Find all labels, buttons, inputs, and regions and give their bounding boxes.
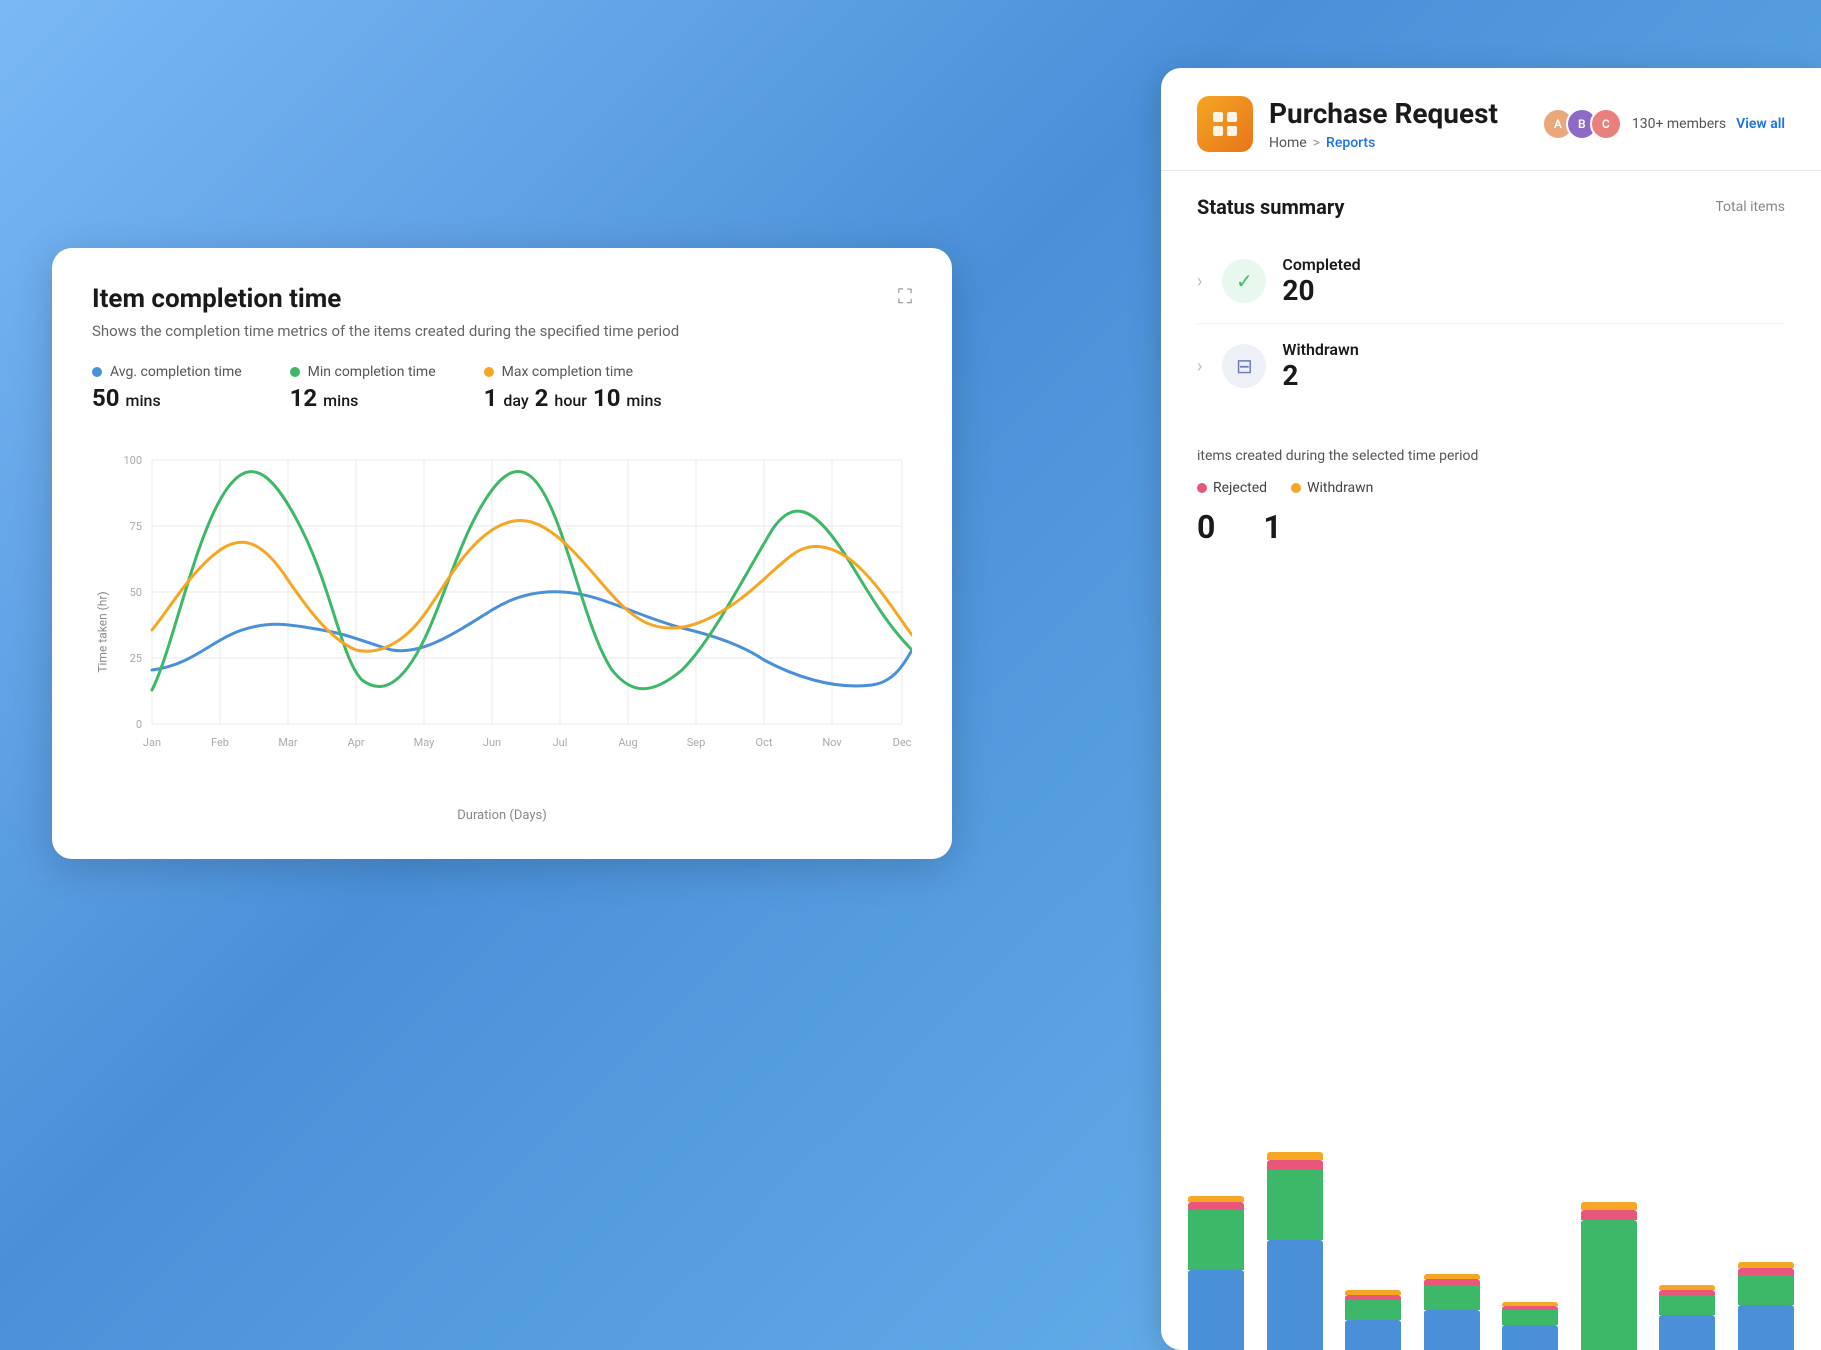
rejected-legend-label: Rejected xyxy=(1213,480,1267,496)
bar-group-7 xyxy=(1652,1285,1723,1350)
svg-text:0: 0 xyxy=(136,718,142,731)
svg-text:Jan: Jan xyxy=(143,736,161,749)
svg-text:Dec: Dec xyxy=(893,736,912,749)
bar-group-5 xyxy=(1495,1302,1566,1350)
breadcrumb-current: Reports xyxy=(1326,135,1375,151)
view-all-button[interactable]: View all xyxy=(1736,116,1785,132)
svg-text:Mar: Mar xyxy=(278,736,298,749)
metric-min-legend: Min completion time xyxy=(290,364,436,380)
member-avatars: A B C xyxy=(1542,108,1622,140)
bar-group-4 xyxy=(1417,1274,1488,1350)
chevron-right-icon-2: › xyxy=(1197,356,1202,377)
max-dot xyxy=(484,367,494,377)
withdrawn-dot xyxy=(1291,483,1301,493)
members-section: A B C 130+ members View all xyxy=(1542,108,1785,140)
svg-text:25: 25 xyxy=(130,652,142,665)
items-created-section: items created during the selected time p… xyxy=(1161,432,1821,562)
breadcrumb: Home > Reports xyxy=(1269,135,1526,151)
chart-container: Time taken (hr) xyxy=(92,440,912,823)
rejected-dot xyxy=(1197,483,1207,493)
counts-row: 0 1 xyxy=(1197,508,1785,546)
avatar-3: C xyxy=(1590,108,1622,140)
card-title: Item completion time xyxy=(92,284,341,314)
right-panel: Purchase Request Home > Reports A B C 13… xyxy=(1161,68,1821,1350)
legend-withdrawn: Withdrawn xyxy=(1291,480,1373,496)
bar-group-1 xyxy=(1181,1196,1252,1350)
x-axis-label: Duration (Days) xyxy=(92,808,912,823)
items-legend-row: Rejected Withdrawn xyxy=(1197,480,1785,496)
withdrawn-count-item: 1 xyxy=(1263,508,1281,546)
card-subtitle: Shows the completion time metrics of the… xyxy=(92,322,912,340)
bar-group-2 xyxy=(1260,1152,1331,1350)
min-value: 12 mins xyxy=(290,384,436,412)
rejected-value: 0 xyxy=(1197,508,1215,546)
status-summary-section: Status summary Total items › ✓ Completed… xyxy=(1161,171,1821,432)
metric-avg: Avg. completion time 50 mins xyxy=(92,364,242,412)
header-title-group: Purchase Request Home > Reports xyxy=(1269,97,1526,151)
withdrawn-count: 2 xyxy=(1282,359,1785,392)
svg-text:Jul: Jul xyxy=(553,736,568,749)
members-count: 130+ members xyxy=(1632,116,1726,132)
status-row-completed[interactable]: › ✓ Completed 20 xyxy=(1197,239,1785,324)
chart-area: 100 75 50 25 0 Jan Feb Mar Apr May Jun J… xyxy=(92,440,912,800)
main-card: Item completion time ⛶ Shows the complet… xyxy=(52,248,952,859)
rejected-count-item: 0 xyxy=(1197,508,1215,546)
metric-max: Max completion time 1 day 2 hour 10 mins xyxy=(484,364,662,412)
completed-info: Completed 20 xyxy=(1282,255,1785,307)
withdrawn-legend-label: Withdrawn xyxy=(1307,480,1373,496)
bar-chart-section xyxy=(1161,1110,1821,1350)
legend-rejected: Rejected xyxy=(1197,480,1267,496)
svg-text:50: 50 xyxy=(130,586,142,599)
status-header: Status summary Total items xyxy=(1197,195,1785,219)
breadcrumb-home[interactable]: Home xyxy=(1269,135,1307,151)
svg-text:Sep: Sep xyxy=(687,736,706,749)
avg-value: 50 mins xyxy=(92,384,242,412)
withdrawn-icon: ⊟ xyxy=(1222,344,1266,388)
status-summary-title: Status summary xyxy=(1197,195,1344,219)
metric-max-legend: Max completion time xyxy=(484,364,662,380)
withdrawn-value: 1 xyxy=(1263,508,1281,546)
min-label: Min completion time xyxy=(308,364,436,380)
bar-group-6 xyxy=(1574,1202,1645,1350)
total-items-label: Total items xyxy=(1715,199,1785,215)
metrics-row: Avg. completion time 50 mins Min complet… xyxy=(92,364,912,412)
card-header: Item completion time ⛶ xyxy=(92,284,912,314)
bar-group-3 xyxy=(1338,1290,1409,1350)
svg-text:Nov: Nov xyxy=(822,736,842,749)
svg-text:Apr: Apr xyxy=(347,736,364,749)
svg-text:75: 75 xyxy=(130,520,142,533)
breadcrumb-separator: > xyxy=(1313,135,1320,151)
max-label: Max completion time xyxy=(502,364,633,380)
withdrawn-label: Withdrawn xyxy=(1282,340,1785,359)
chart-svg: 100 75 50 25 0 Jan Feb Mar Apr May Jun J… xyxy=(92,440,912,800)
completed-icon: ✓ xyxy=(1222,259,1266,303)
min-dot xyxy=(290,367,300,377)
completed-count: 20 xyxy=(1282,274,1785,307)
avg-label: Avg. completion time xyxy=(110,364,242,380)
svg-text:Jun: Jun xyxy=(483,736,501,749)
max-value: 1 day 2 hour 10 mins xyxy=(484,384,662,412)
metric-min: Min completion time 12 mins xyxy=(290,364,436,412)
status-row-withdrawn[interactable]: › ⊟ Withdrawn 2 xyxy=(1197,324,1785,408)
svg-text:Feb: Feb xyxy=(211,736,229,749)
svg-text:May: May xyxy=(414,736,436,749)
svg-text:Aug: Aug xyxy=(618,736,637,749)
avg-dot xyxy=(92,367,102,377)
svg-text:100: 100 xyxy=(123,454,142,467)
bar-group-8 xyxy=(1731,1262,1802,1350)
app-icon xyxy=(1197,96,1253,152)
panel-header: Purchase Request Home > Reports A B C 13… xyxy=(1161,68,1821,171)
expand-icon[interactable]: ⛶ xyxy=(898,284,912,308)
items-created-desc: items created during the selected time p… xyxy=(1197,448,1785,464)
withdrawn-info: Withdrawn 2 xyxy=(1282,340,1785,392)
completed-label: Completed xyxy=(1282,255,1785,274)
svg-text:Oct: Oct xyxy=(756,736,773,749)
metric-avg-legend: Avg. completion time xyxy=(92,364,242,380)
page-title: Purchase Request xyxy=(1269,97,1526,131)
chevron-right-icon: › xyxy=(1197,271,1202,292)
